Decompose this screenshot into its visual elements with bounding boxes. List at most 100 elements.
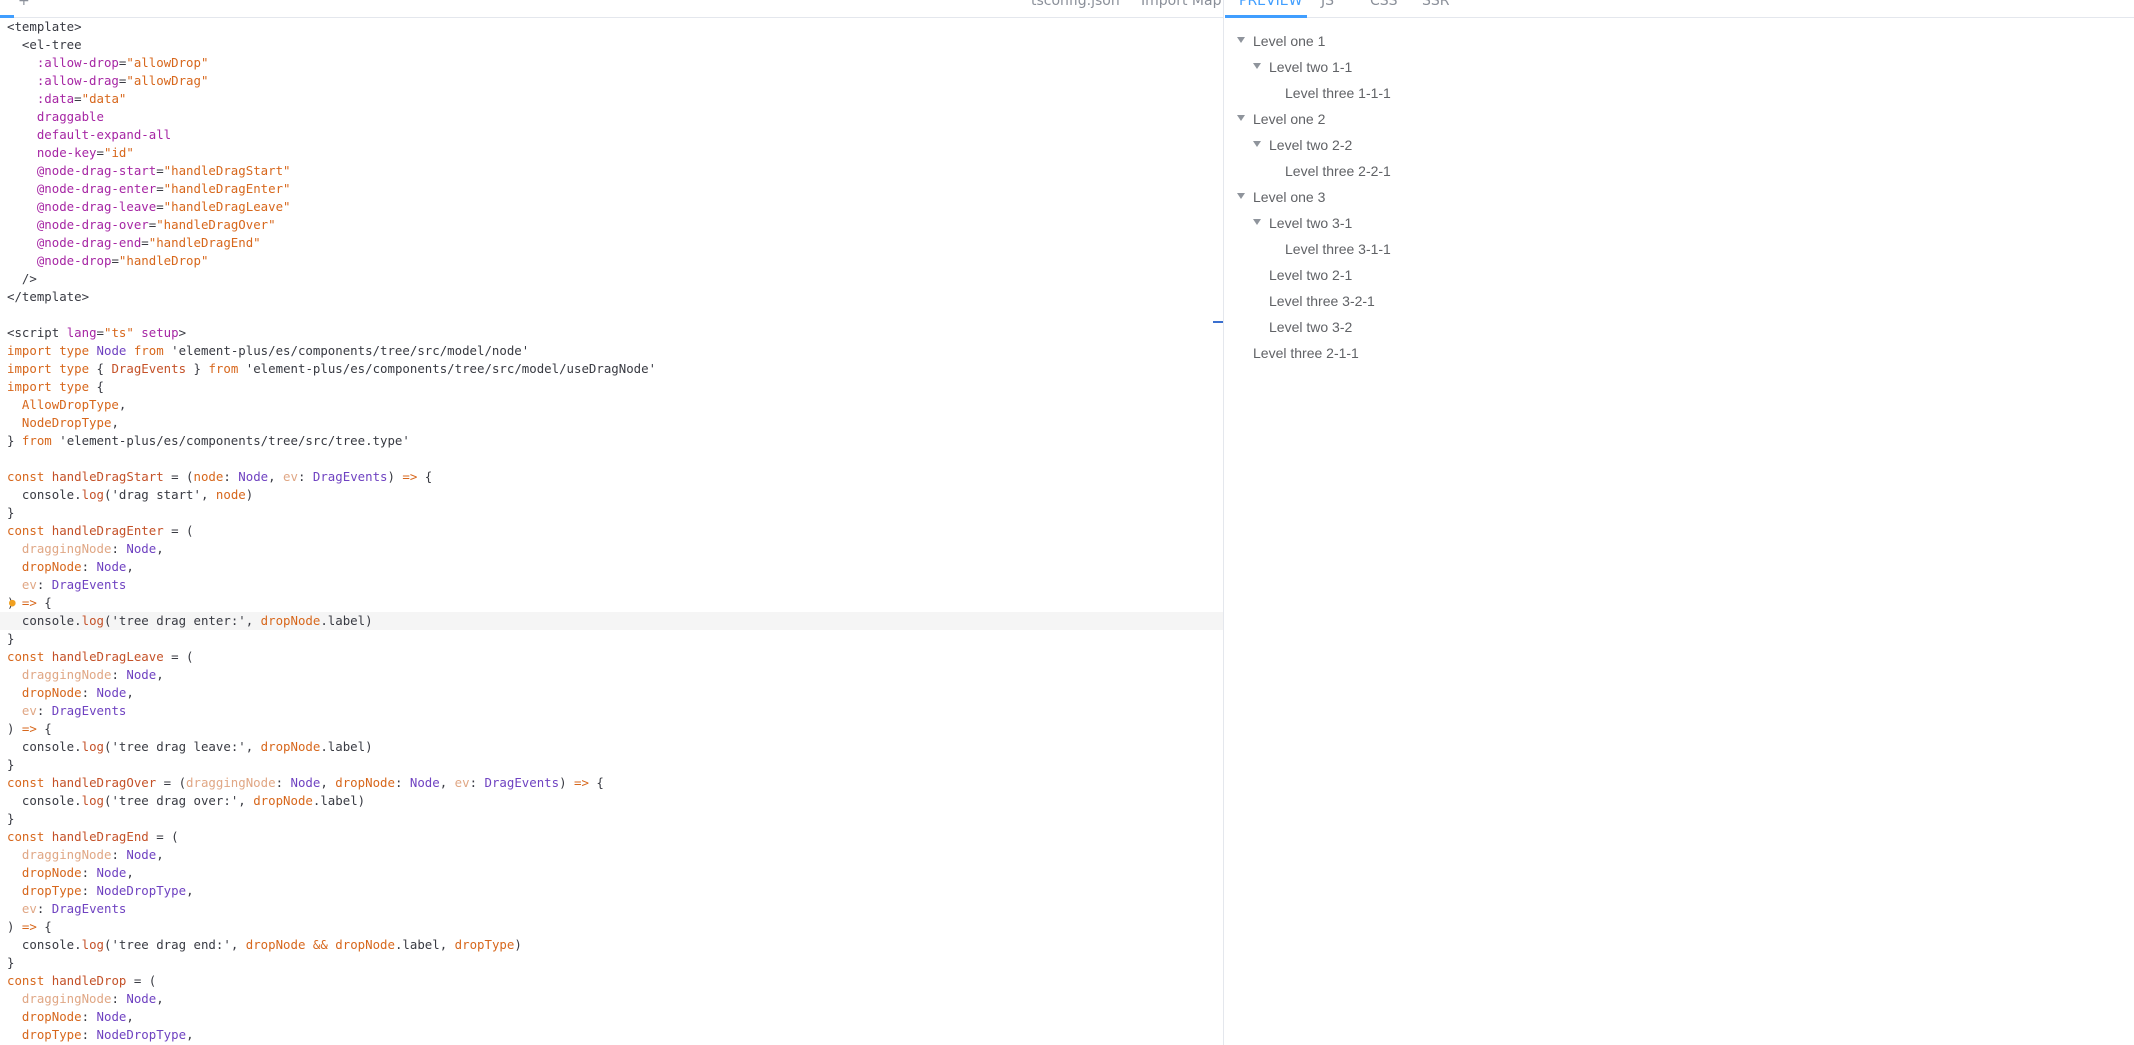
code-token: dropType <box>7 1027 82 1042</box>
tab-ssr[interactable]: SSR <box>1422 0 1450 9</box>
code-line[interactable]: dropType: NodeDropType, <box>7 1026 1217 1044</box>
code-line[interactable]: import type { DragEvents } from 'element… <box>7 360 1217 378</box>
code-line[interactable]: console.log('tree drag end:', dropNode &… <box>7 936 1217 954</box>
code-line[interactable]: </template> <box>7 288 1217 306</box>
code-line[interactable]: const handleDragStart = (node: Node, ev:… <box>7 468 1217 486</box>
tree-node-label: Level two 2-2 <box>1269 137 1353 153</box>
code-token: from <box>126 343 172 358</box>
code-line[interactable]: console.log('tree drag leave:', dropNode… <box>7 738 1217 756</box>
caret-down-icon[interactable] <box>1237 115 1245 121</box>
tab-preview[interactable]: PREVIEW <box>1239 0 1302 9</box>
caret-down-icon[interactable] <box>1253 141 1261 147</box>
code-line[interactable]: draggingNode: Node, <box>7 846 1217 864</box>
tree-node[interactable]: Level three 2-1-1 <box>1225 340 2134 366</box>
code-token: draggingNode <box>7 847 112 862</box>
code-line[interactable]: ) => { <box>7 720 1217 738</box>
code-line[interactable]: default-expand-all <box>7 126 1217 144</box>
code-line[interactable]: dropNode: Node, <box>7 864 1217 882</box>
code-line[interactable]: :allow-drag="allowDrag" <box>7 72 1217 90</box>
tab-css[interactable]: CSS <box>1370 0 1398 9</box>
code-line[interactable]: @node-drag-end="handleDragEnd" <box>7 234 1217 252</box>
code-line[interactable]: @node-drop="handleDrop" <box>7 252 1217 270</box>
code-line[interactable]: } <box>7 630 1217 648</box>
code-line[interactable]: const handleDragEnter = ( <box>7 522 1217 540</box>
code-token: "handleDragEnd" <box>148 235 261 250</box>
code-line[interactable]: } <box>7 504 1217 522</box>
code-token: console. <box>7 487 82 502</box>
tab-import-map[interactable]: Import Map <box>1141 0 1221 9</box>
code-line[interactable]: @node-drag-start="handleDragStart" <box>7 162 1217 180</box>
tree-node[interactable]: Level two 3-2 <box>1225 314 2134 340</box>
tree-node[interactable]: Level three 3-2-1 <box>1225 288 2134 314</box>
tree-node[interactable]: Level two 3-1 <box>1225 210 2134 236</box>
code-line[interactable]: /> <box>7 270 1217 288</box>
tree-node[interactable]: Level three 1-1-1 <box>1225 80 2134 106</box>
code-line[interactable]: :data="data" <box>7 90 1217 108</box>
code-token: .label) <box>312 793 366 808</box>
code-token: dropNode <box>7 865 82 880</box>
tree-node[interactable]: Level one 2 <box>1225 106 2134 132</box>
tree-node[interactable]: Level two 2-2 <box>1225 132 2134 158</box>
code-line[interactable]: NodeDropType, <box>7 414 1217 432</box>
code-line[interactable]: ) => { <box>7 918 1217 936</box>
tree-node[interactable]: Level two 1-1 <box>1225 54 2134 80</box>
caret-down-icon[interactable] <box>1237 37 1245 43</box>
code-line[interactable]: const handleDragLeave = ( <box>7 648 1217 666</box>
code-token: draggingNode <box>7 991 112 1006</box>
code-line[interactable]: import type { <box>7 378 1217 396</box>
code-token: </template> <box>7 289 90 304</box>
code-line[interactable]: @node-drag-enter="handleDragEnter" <box>7 180 1217 198</box>
code-line[interactable]: import type Node from 'element-plus/es/c… <box>7 342 1217 360</box>
code-line[interactable]: draggingNode: Node, <box>7 540 1217 558</box>
preview-tab-bar: PREVIEW JS CSS SSR <box>1225 0 2134 18</box>
code-line[interactable]: dropNode: Node, <box>7 684 1217 702</box>
code-line[interactable]: console.log('drag start', node) <box>7 486 1217 504</box>
code-line[interactable]: } <box>7 756 1217 774</box>
code-line[interactable]: ev: DragEvents <box>7 576 1217 594</box>
code-line[interactable]: dropType: NodeDropType, <box>7 882 1217 900</box>
code-line[interactable]: draggingNode: Node, <box>7 990 1217 1008</box>
lightbulb-icon[interactable]: ● <box>9 597 19 608</box>
code-line[interactable]: ev: DragEvents <box>7 702 1217 720</box>
code-line[interactable]: draggable <box>7 108 1217 126</box>
code-editor[interactable]: <template> <el-tree :allow-drop="allowDr… <box>0 18 1223 1044</box>
code-token: = <box>74 91 82 106</box>
code-line[interactable]: ev: DragEvents <box>7 900 1217 918</box>
code-line[interactable]: const handleDrop = ( <box>7 972 1217 990</box>
code-token: } <box>186 361 209 376</box>
code-line[interactable]: @node-drag-over="handleDragOver" <box>7 216 1217 234</box>
tree-node[interactable]: Level two 2-1 <box>1225 262 2134 288</box>
code-line[interactable]: <script lang="ts" setup> <box>7 324 1217 342</box>
code-line[interactable]: @node-drag-leave="handleDragLeave" <box>7 198 1217 216</box>
code-line[interactable]: const handleDragOver = (draggingNode: No… <box>7 774 1217 792</box>
code-line[interactable]: <el-tree <box>7 36 1217 54</box>
tree-node[interactable]: Level one 3 <box>1225 184 2134 210</box>
tab-tsconfig[interactable]: tsconfig.json <box>1031 0 1120 9</box>
code-line[interactable]: } <box>7 954 1217 972</box>
add-file-tab[interactable]: + <box>18 0 30 9</box>
caret-down-icon[interactable] <box>1253 63 1261 69</box>
code-line[interactable]: dropNode: Node, <box>7 558 1217 576</box>
code-line[interactable]: dropNode: Node, <box>7 1008 1217 1026</box>
code-line[interactable]: node-key="id" <box>7 144 1217 162</box>
tree-node[interactable]: Level three 2-2-1 <box>1225 158 2134 184</box>
code-line[interactable]: draggingNode: Node, <box>7 666 1217 684</box>
tree-node[interactable]: Level one 1 <box>1225 28 2134 54</box>
code-line[interactable] <box>7 306 1217 324</box>
code-line[interactable]: AllowDropType, <box>7 396 1217 414</box>
code-line[interactable]: } from 'element-plus/es/components/tree/… <box>7 432 1217 450</box>
caret-down-icon[interactable] <box>1237 193 1245 199</box>
code-line[interactable]: } <box>7 810 1217 828</box>
code-line[interactable]: console.log('tree drag over:', dropNode.… <box>7 792 1217 810</box>
caret-down-icon[interactable] <box>1253 219 1261 225</box>
code-line[interactable]: const handleDragEnd = ( <box>7 828 1217 846</box>
tab-js[interactable]: JS <box>1321 0 1334 9</box>
tree-node[interactable]: Level three 3-1-1 <box>1225 236 2134 262</box>
code-line[interactable]: ●) => { <box>7 594 1217 612</box>
code-line[interactable] <box>7 450 1217 468</box>
code-token: { <box>96 379 104 394</box>
code-line[interactable]: <template> <box>7 18 1217 36</box>
code-line[interactable]: :allow-drop="allowDrop" <box>7 54 1217 72</box>
code-token: Node <box>126 667 157 682</box>
code-line[interactable]: console.log('tree drag enter:', dropNode… <box>0 612 1223 630</box>
